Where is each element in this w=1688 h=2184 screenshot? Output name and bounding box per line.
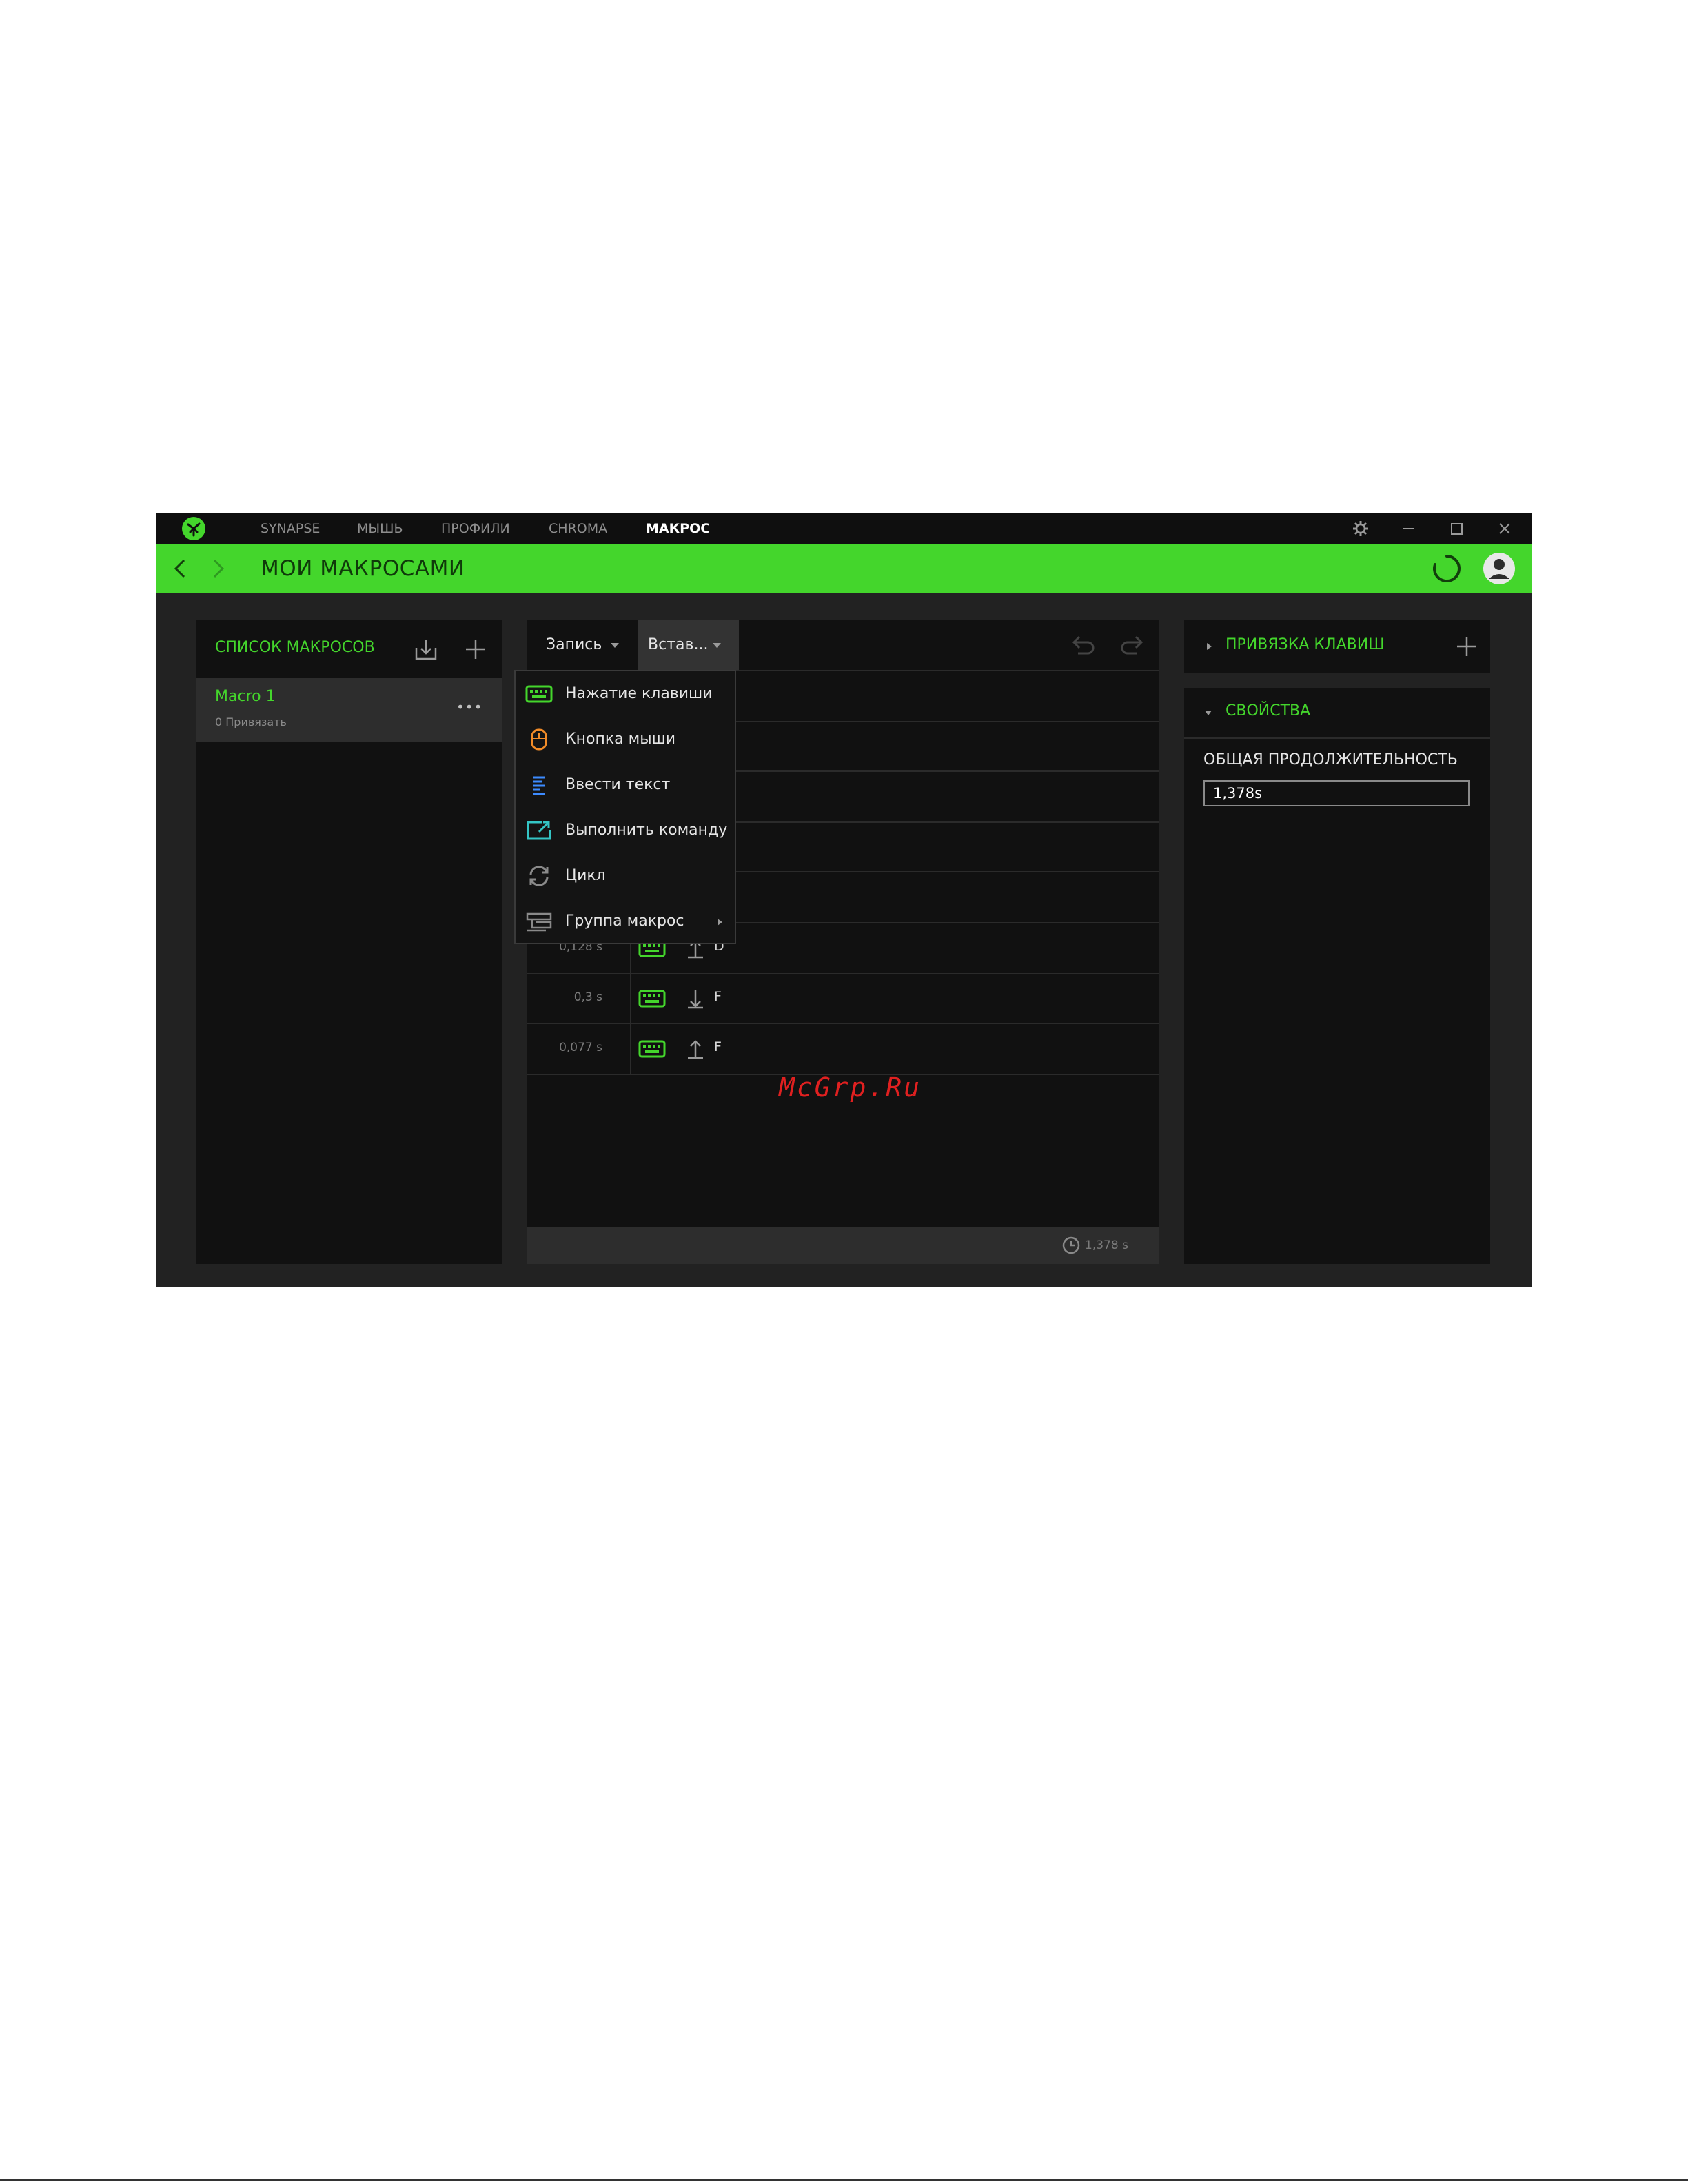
keybind-panel: ПРИВЯЗКА КЛАВИШ [1184, 620, 1490, 673]
chevron-right-icon [718, 919, 722, 926]
back-arrow-icon[interactable] [167, 555, 194, 582]
keybind-title[interactable]: ПРИВЯЗКА КЛАВИШ [1226, 636, 1385, 653]
menu-item-label: Ввести текст [565, 776, 671, 793]
keyboard-icon [638, 1040, 666, 1058]
more-options-icon[interactable]: ••• [456, 699, 482, 715]
column-divider [630, 974, 631, 1023]
loop-icon [529, 866, 549, 886]
nav-tab-mouse[interactable]: МЫШЬ [357, 513, 403, 544]
import-macro-icon[interactable] [412, 635, 440, 663]
watermark-text: McGrp.Ru [779, 1072, 922, 1103]
record-dropdown[interactable]: Запись [527, 620, 637, 670]
title-bar: SYNAPSE МЫШЬ ПРОФИЛИ CHROMA МАКРОС [156, 513, 1532, 544]
text-icon [533, 776, 545, 795]
clock-icon [1062, 1236, 1080, 1254]
mouse-icon [531, 728, 547, 751]
close-icon[interactable] [1493, 517, 1516, 540]
synapse-window: SYNAPSE МЫШЬ ПРОФИЛИ CHROMA МАКРОС МОИ М… [156, 513, 1532, 1287]
panel-divider [1184, 737, 1490, 739]
menu-item-label: Группа макрос [565, 912, 684, 930]
nav-tab-macro[interactable]: МАКРОС [646, 513, 710, 544]
menu-item-keystroke[interactable]: Нажатие клавиши [516, 671, 735, 717]
undo-icon[interactable] [1067, 630, 1097, 660]
menu-item-mouse-button[interactable]: Кнопка мыши [516, 717, 735, 762]
keyboard-icon [638, 990, 666, 1008]
chevron-down-icon[interactable] [1203, 708, 1213, 717]
properties-panel: СВОЙСТВА ОБЩАЯ ПРОДОЛЖИТЕЛЬНОСТЬ 1,378s [1184, 688, 1490, 1264]
user-avatar-icon[interactable] [1482, 551, 1516, 586]
add-keybind-icon[interactable] [1453, 633, 1481, 660]
page-bottom-rule [0, 2179, 1688, 2181]
duration-input[interactable]: 1,378s [1203, 780, 1470, 806]
event-delay: 0,3 s [573, 990, 602, 1004]
redo-icon[interactable] [1118, 630, 1148, 660]
menu-item-label: Кнопка мыши [565, 731, 676, 748]
nav-tab-synapse[interactable]: SYNAPSE [261, 513, 320, 544]
menu-item-label: Цикл [565, 867, 606, 884]
macro-event-row[interactable]: 0,077 s F [527, 1024, 1159, 1074]
keyboard-icon [525, 685, 553, 703]
column-divider [630, 1024, 631, 1074]
total-duration: 1,378 s [1085, 1238, 1128, 1252]
menu-item-loop[interactable]: Цикл [516, 853, 735, 899]
insert-label: Встав... [648, 636, 709, 653]
macro-list-item[interactable]: Macro 1 0 Привязать ••• [196, 678, 502, 742]
chevron-down-icon [611, 643, 619, 648]
menu-item-label: Нажатие клавиши [565, 685, 713, 702]
event-key: F [714, 989, 722, 1004]
event-delay: 0,077 s [559, 1041, 602, 1054]
key-down-icon [688, 990, 703, 1009]
razer-logo-icon[interactable] [181, 516, 207, 542]
header-bar: МОИ МАКРОСАМИ [156, 544, 1532, 593]
menu-item-run-command[interactable]: Выполнить команду [516, 808, 735, 853]
macro-list-title: СПИСОК МАКРОСОВ [215, 639, 375, 656]
macro-list-panel: СПИСОК МАКРОСОВ Macro 1 0 Привязать ••• [196, 620, 502, 1264]
duration-value: 1,378s [1213, 785, 1263, 802]
menu-item-label: Выполнить команду [565, 821, 728, 839]
maximize-icon[interactable] [1445, 517, 1468, 540]
page-title: МОИ МАКРОСАМИ [261, 556, 465, 581]
sync-status-icon[interactable] [1431, 553, 1463, 584]
add-macro-icon[interactable] [462, 635, 489, 663]
event-key: F [714, 1039, 722, 1054]
record-label: Запись [546, 636, 602, 653]
macro-editor-panel: Запись Встав... 0,128 s D 0,3 s F 0,077 … [514, 620, 1159, 1227]
macro-group-icon [526, 912, 552, 932]
gear-icon[interactable] [1349, 517, 1372, 540]
minimize-icon[interactable] [1396, 517, 1420, 540]
insert-dropdown[interactable]: Встав... [638, 620, 739, 670]
key-up-icon [688, 1040, 703, 1059]
chevron-down-icon [713, 643, 721, 648]
chevron-right-icon[interactable] [1205, 642, 1213, 651]
menu-item-type-text[interactable]: Ввести текст [516, 762, 735, 808]
macro-bind-count: 0 Привязать [215, 715, 287, 728]
properties-title[interactable]: СВОЙСТВА [1226, 702, 1310, 720]
insert-menu: Нажатие клавиши Кнопка мыши Ввести текст [514, 670, 736, 944]
nav-tab-chroma[interactable]: CHROMA [549, 513, 607, 544]
forward-arrow-icon[interactable] [204, 555, 232, 582]
macro-name: Macro 1 [215, 688, 276, 705]
editor-footer: 1,378 s [527, 1227, 1159, 1264]
duration-label: ОБЩАЯ ПРОДОЛЖИТЕЛЬНОСТЬ [1203, 751, 1458, 768]
editor-toolbar: Запись Встав... [527, 620, 1159, 670]
macro-event-row[interactable]: 0,3 s F [527, 974, 1159, 1023]
run-command-icon [527, 821, 551, 840]
menu-item-macro-group[interactable]: Группа макрос [516, 899, 735, 944]
nav-tab-profiles[interactable]: ПРОФИЛИ [441, 513, 510, 544]
